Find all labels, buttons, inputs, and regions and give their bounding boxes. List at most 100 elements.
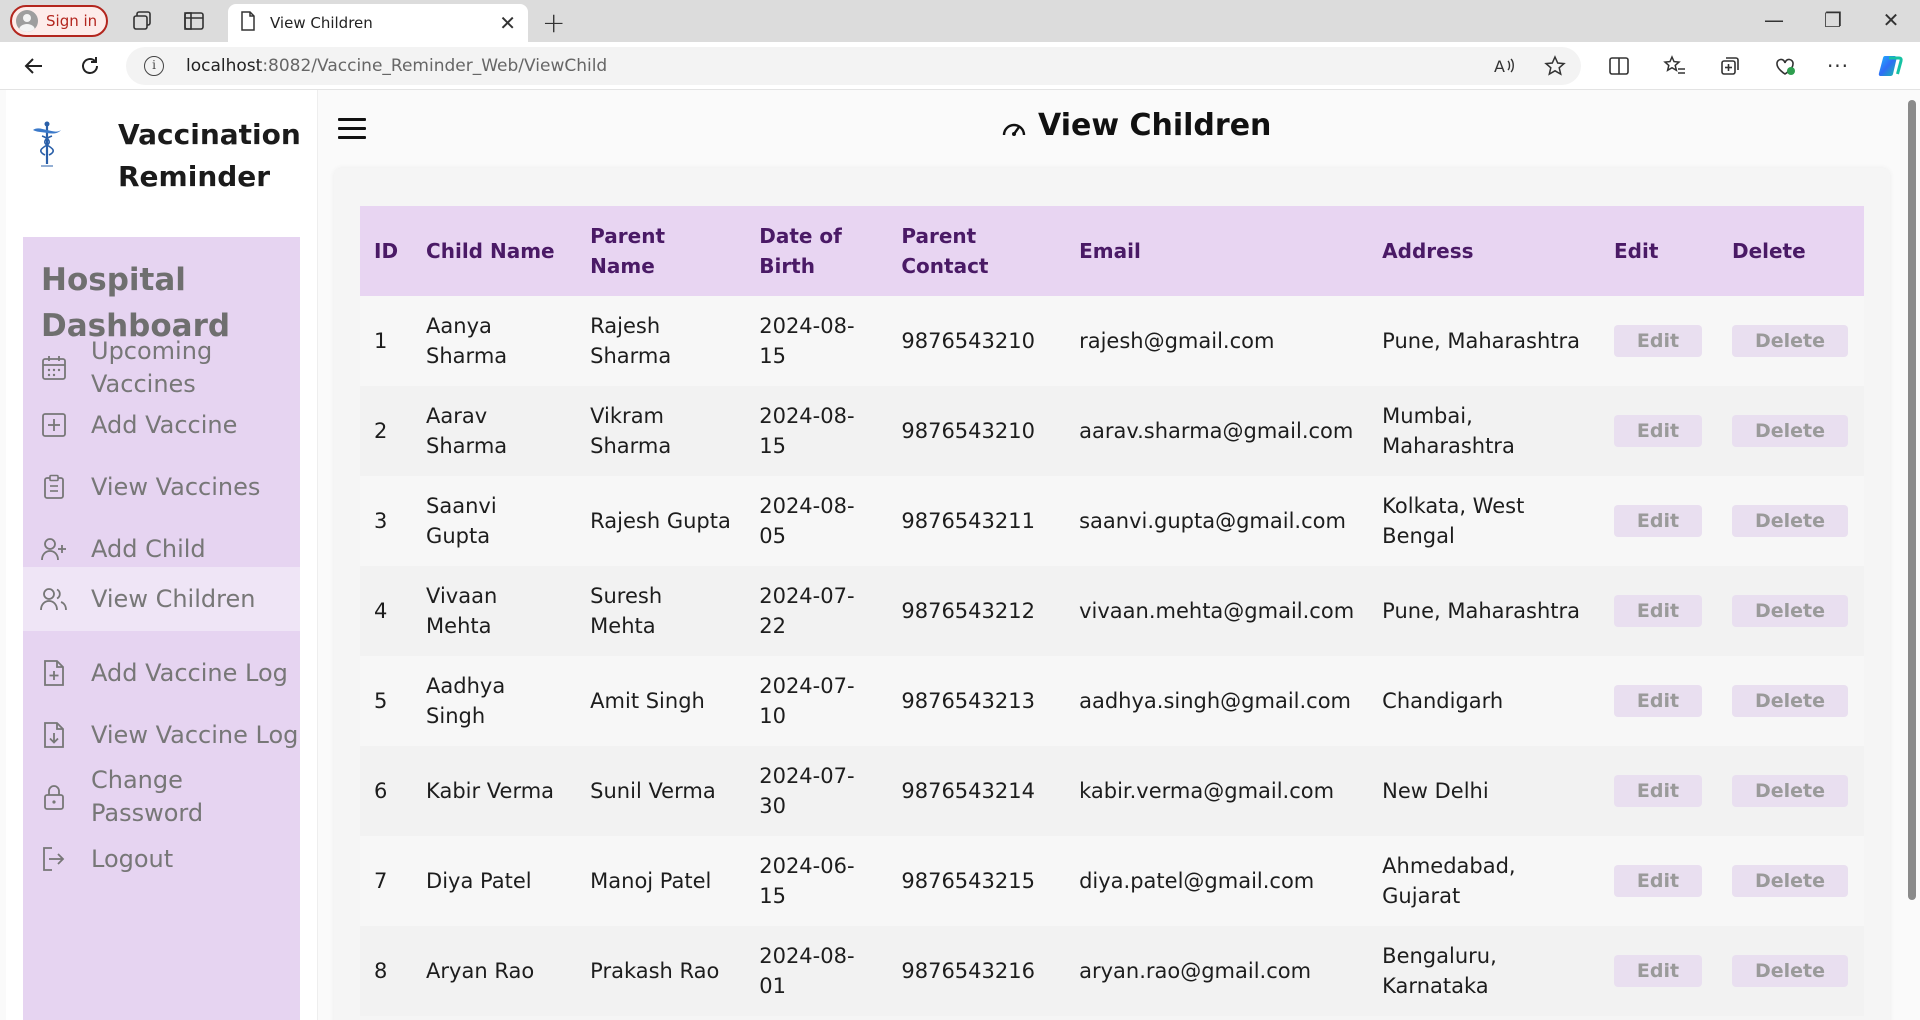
cell-address: Pune, Maharashtra [1382,599,1580,623]
sidebar-item-logout[interactable]: Logout [23,837,300,881]
copilot-icon[interactable] [1876,51,1906,81]
file-plus-icon [39,658,69,688]
plus-square-icon [39,410,69,440]
svg-text:A: A [1494,57,1505,76]
sidebar-item-label: View Children [91,584,256,613]
brand-name: Vaccination Reminder [118,114,301,198]
edit-button[interactable]: Edit [1614,955,1703,987]
sidebar-item-upcoming-vaccines[interactable]: Upcoming Vaccines [23,335,300,401]
column-header-delete: Delete [1731,239,1806,263]
delete-button[interactable]: Delete [1731,505,1848,537]
cell-date-of-birth: 2024-07-10 [759,674,855,728]
cell-address: Chandigarh [1382,689,1504,713]
cell-id: 2 [374,419,388,443]
brand: Vaccination Reminder [30,100,310,220]
edit-button[interactable]: Edit [1614,595,1703,627]
cell-id: 3 [374,509,388,533]
sidebar-item-view-vaccine-log[interactable]: View Vaccine Log [23,713,300,757]
delete-button[interactable]: Delete [1731,775,1848,807]
edit-button[interactable]: Edit [1614,325,1703,357]
cell-address: Mumbai, Maharashtra [1382,404,1515,458]
sidebar-item-add-vaccine[interactable]: Add Vaccine [23,403,300,447]
cell-child-name: Aadhya Singh [426,674,506,728]
cell-date-of-birth: 2024-07-22 [759,584,855,638]
column-header-address: Address [1382,239,1474,263]
url-field[interactable]: i localhost:8082/Vaccine_Reminder_Web/Vi… [126,47,1581,85]
browser-tab[interactable]: View Children ✕ [228,4,528,42]
table-header-row: ID Child Name Parent Name Date of Birth … [360,206,1864,296]
sidebar-item-add-vaccine-log[interactable]: Add Vaccine Log [23,651,300,695]
cell-address: Kolkata, West Bengal [1382,494,1525,548]
delete-button[interactable]: Delete [1731,955,1848,987]
read-aloud-icon[interactable]: A [1489,51,1519,81]
cell-email: kabir.verma@gmail.com [1079,779,1335,803]
back-icon[interactable] [20,52,48,80]
page-scrollbar[interactable] [1908,100,1916,900]
sidebar: Hospital Dashboard Upcoming Vaccines Add… [23,237,300,1020]
split-screen-icon[interactable] [1604,51,1634,81]
collections-icon[interactable] [130,9,154,33]
delete-button[interactable]: Delete [1731,415,1848,447]
cell-address: Bengaluru, Karnataka [1382,944,1497,998]
edit-button[interactable]: Edit [1614,505,1703,537]
cell-child-name: Aarav Sharma [426,404,508,458]
minimize-icon[interactable]: — [1754,8,1794,32]
site-info-icon[interactable]: i [144,56,164,76]
edit-button[interactable]: Edit [1614,415,1703,447]
cell-parent-contact: 9876543216 [901,959,1035,983]
cell-parent-contact: 9876543210 [901,419,1035,443]
table-row: 3 Saanvi Gupta Rajesh Gupta 2024-08-05 9… [360,476,1864,566]
delete-button[interactable]: Delete [1731,865,1848,897]
more-options-icon[interactable]: ··· [1823,51,1853,81]
refresh-icon[interactable] [76,52,104,80]
delete-button[interactable]: Delete [1731,685,1848,717]
edit-button[interactable]: Edit [1614,775,1703,807]
browser-tab-bar: Sign in View Children ✕ + — ❐ ✕ [0,0,1920,42]
dashboard-gauge-icon [1000,114,1028,142]
sidebar-item-change-password[interactable]: Change Password [23,766,300,827]
tab-actions-icon[interactable] [182,9,206,33]
sidebar-item-label: Add Vaccine [91,410,238,439]
url-path: :8082/Vaccine_Reminder_Web/ViewChild [262,56,608,76]
cell-parent-name: Rajesh Gupta [590,509,731,533]
page-title-text: View Children [1038,108,1272,143]
close-window-icon[interactable]: ✕ [1871,8,1911,32]
browser-essentials-icon[interactable] [1770,51,1800,81]
cell-parent-name: Manoj Patel [590,869,712,893]
cell-child-name: Saanvi Gupta [426,494,497,548]
address-bar-row: i localhost:8082/Vaccine_Reminder_Web/Vi… [0,42,1920,90]
cell-parent-contact: 9876543214 [901,779,1035,803]
table-row: 4 Vivaan Mehta Suresh Mehta 2024-07-22 9… [360,566,1864,656]
cell-id: 4 [374,599,388,623]
cell-address: New Delhi [1382,779,1489,803]
sidebar-item-add-child[interactable]: Add Child [23,527,300,571]
new-tab-icon[interactable]: + [542,6,565,39]
delete-button[interactable]: Delete [1731,595,1848,627]
sidebar-item-label: Add Child [91,534,206,563]
table-row: 1 Aanya Sharma Rajesh Sharma 2024-08-15 … [360,296,1864,386]
cell-email: aryan.rao@gmail.com [1079,959,1312,983]
sidebar-item-view-children[interactable]: View Children [23,567,300,631]
favorite-star-icon[interactable] [1540,51,1570,81]
cell-parent-contact: 9876543210 [901,329,1035,353]
sign-in-button[interactable]: Sign in [10,5,108,37]
collections-toolbar-icon[interactable] [1715,51,1745,81]
cell-date-of-birth: 2024-08-01 [759,944,855,998]
maximize-icon[interactable]: ❐ [1813,8,1853,32]
brand-line-2: Reminder [118,160,271,193]
menu-toggle-icon[interactable] [338,118,366,140]
close-tab-icon[interactable]: ✕ [499,11,516,35]
cell-parent-contact: 9876543212 [901,599,1035,623]
users-icon [39,584,69,614]
favorites-icon[interactable] [1660,51,1690,81]
edit-button[interactable]: Edit [1614,865,1703,897]
sidebar-item-view-vaccines[interactable]: View Vaccines [23,465,300,509]
sidebar-item-label: Add Vaccine Log [91,658,288,687]
brand-line-1: Vaccination [118,118,301,151]
column-header-email: Email [1079,239,1141,263]
url-host: localhost [186,56,263,76]
delete-button[interactable]: Delete [1731,325,1848,357]
edit-button[interactable]: Edit [1614,685,1703,717]
caduceus-logo-icon [30,120,80,210]
file-down-icon [39,720,69,750]
